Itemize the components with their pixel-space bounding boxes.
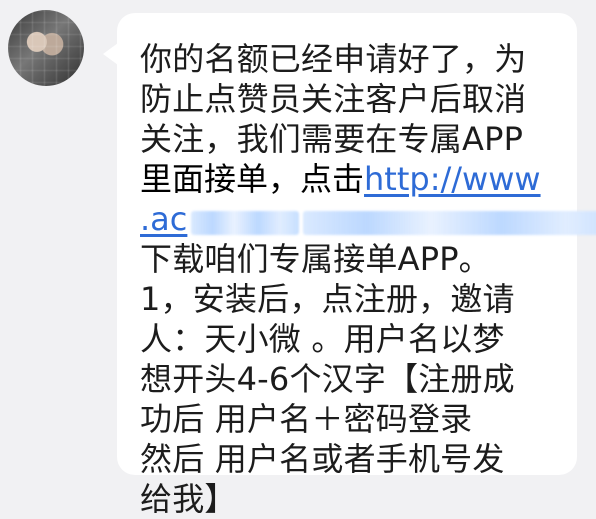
blurred-link-segment — [191, 211, 300, 235]
avatar[interactable] — [8, 10, 84, 86]
message-line-11: 然后 用户名或者手机号发 — [140, 440, 505, 478]
blurred-link-segment — [303, 211, 596, 235]
message-line-2: 防止点赞员关注客户后取消 — [140, 80, 527, 118]
message-line-7: 1，安装后，点注册，邀请 — [140, 280, 515, 318]
message-link-continuation[interactable]: .ac — [140, 200, 187, 238]
message-line-6: 下载咱们专属接单APP。 — [140, 240, 491, 278]
message-line-4: 里面接单，点击http://www — [140, 159, 547, 199]
link-prefix-text: 里面接单，点击 — [140, 160, 365, 198]
message-line-1: 你的名额已经申请好了，为 — [140, 40, 527, 78]
message-line-8: 人：天小微 。用户名以梦 — [140, 320, 505, 358]
message-link[interactable]: http://www — [364, 160, 541, 198]
message-line-5: .ac — [140, 199, 596, 239]
message-line-10: 功后 用户名＋密码登录 — [140, 400, 473, 438]
message-bubble[interactable]: 你的名额已经申请好了，为 防止点赞员关注客户后取消 关注，我们需要在专属APP … — [103, 13, 596, 518]
message-line-9: 想开头4-6个汉字【注册成 — [140, 360, 515, 398]
message-line-12: 给我】 — [140, 480, 237, 518]
message-line-3: 关注，我们需要在专属APP — [140, 120, 524, 158]
